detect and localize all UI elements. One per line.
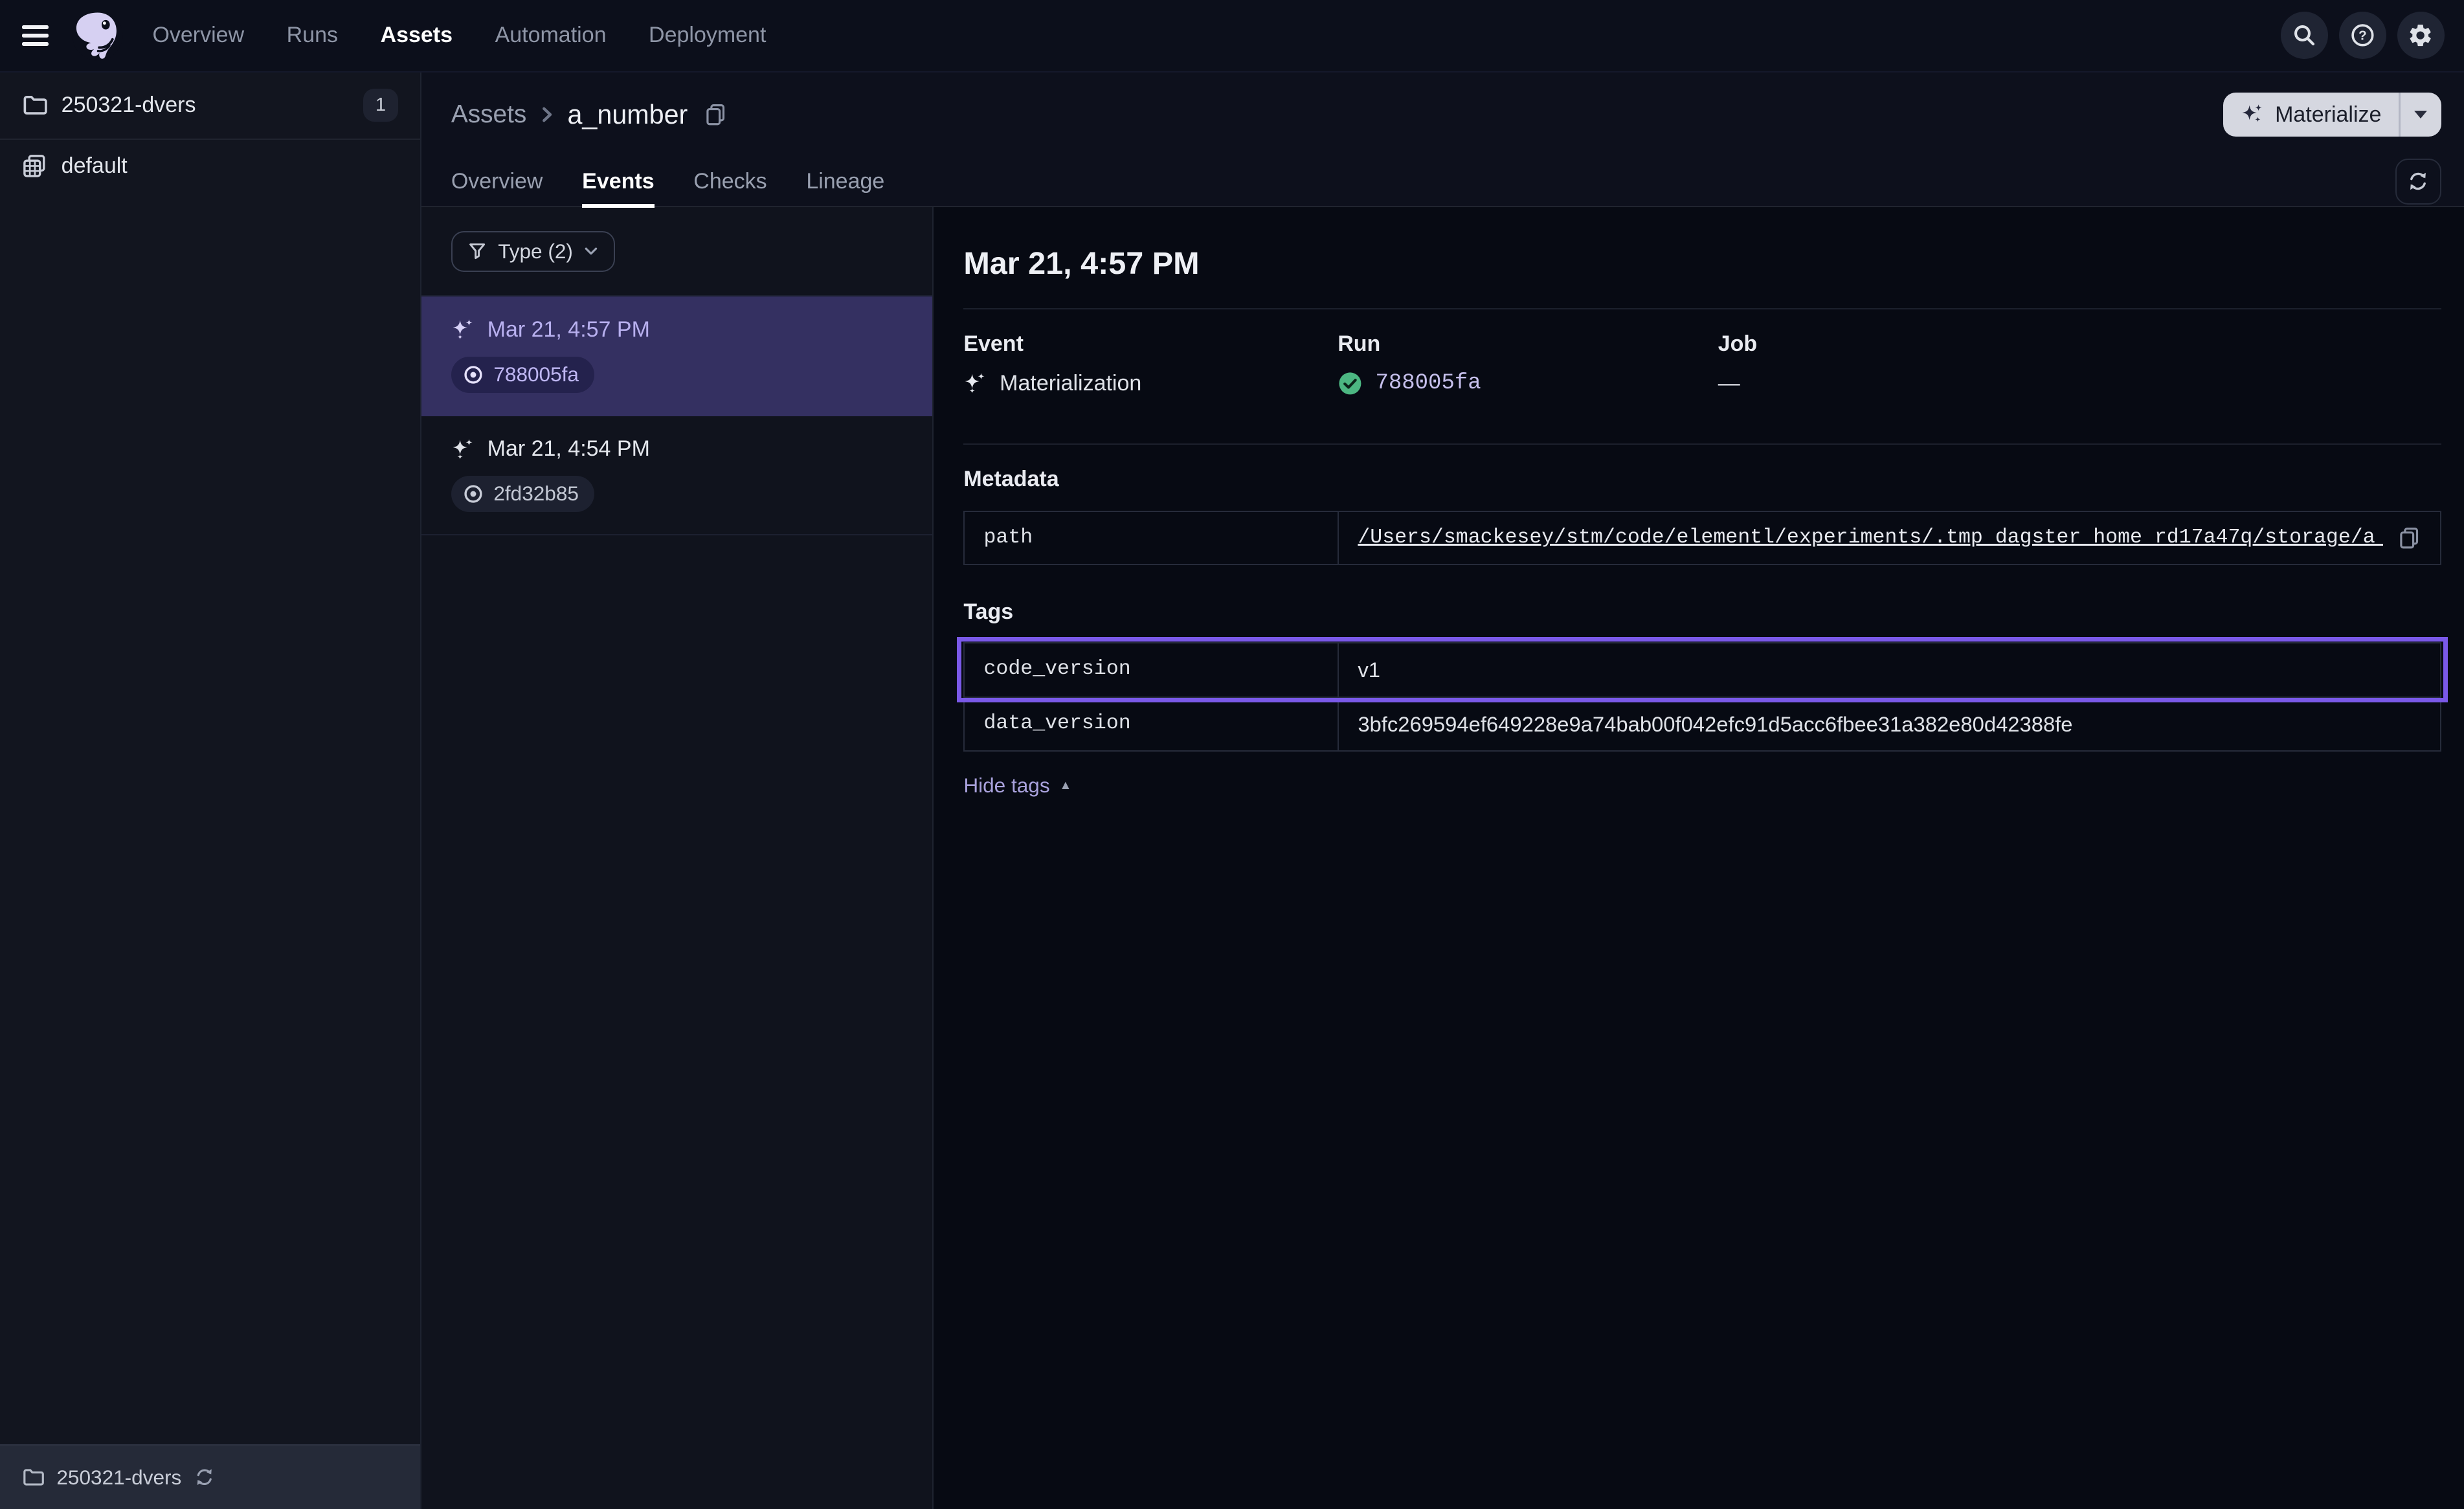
refresh-icon[interactable]	[194, 1467, 215, 1488]
metadata-path-link[interactable]: /Users/smackesey/stm/code/elementl/exper…	[1358, 526, 2383, 549]
sparkle-icon	[2241, 103, 2264, 126]
triangle-up-icon: ▲	[1059, 778, 1071, 793]
caret-down-icon	[2414, 111, 2427, 118]
materialization-sparkle-icon	[963, 372, 987, 395]
run-status-icon	[462, 364, 484, 386]
nav-item-overview[interactable]: Overview	[152, 23, 244, 48]
help-button[interactable]: ?	[2339, 12, 2386, 59]
nav-item-assets[interactable]: Assets	[381, 23, 453, 48]
hide-tags-label: Hide tags	[963, 774, 1049, 798]
tag-value: 3bfc269594ef649228e9a74bab00f042efc91d5a…	[1358, 712, 2072, 737]
materialization-sparkle-icon	[451, 318, 475, 341]
search-button[interactable]	[2281, 12, 2328, 59]
metadata-key: path	[965, 512, 1339, 564]
tag-key: code_version	[965, 643, 1339, 697]
event-type-value: Materialization	[1000, 371, 1141, 396]
type-filter-button[interactable]: Type (2)	[451, 231, 615, 272]
search-icon	[2292, 23, 2317, 48]
asset-tabs: Overview Events Checks Lineage	[421, 157, 2464, 208]
copy-icon[interactable]	[704, 103, 727, 126]
table-row-highlighted: code_version v1	[965, 643, 2439, 698]
folder-icon	[22, 1466, 44, 1488]
materialize-button[interactable]: Materialize	[2223, 93, 2441, 137]
sidebar-item-default-group[interactable]: default	[0, 140, 420, 192]
hide-tags-link[interactable]: Hide tags ▲	[963, 774, 1071, 798]
run-id-link[interactable]: 788005fa	[1375, 371, 1481, 396]
asset-count-badge: 1	[363, 89, 398, 122]
run-id-chip[interactable]: 2fd32b85	[451, 476, 594, 512]
type-filter-label: Type (2)	[498, 240, 573, 263]
nav-item-runs[interactable]: Runs	[287, 23, 338, 48]
run-success-check-icon	[1338, 371, 1363, 396]
table-row: path /Users/smackesey/stm/code/elementl/…	[965, 512, 2439, 564]
tags-table: code_version v1 data_version 3bfc269594e…	[963, 642, 2441, 752]
asset-header: Assets a_number	[421, 73, 2464, 157]
materialization-sparkle-icon	[451, 438, 475, 461]
asset-group-icon	[22, 153, 47, 179]
metadata-table: path /Users/smackesey/stm/code/elementl/…	[963, 511, 2441, 565]
dagster-logo[interactable]	[69, 7, 126, 63]
event-list-item[interactable]: Mar 21, 4:54 PM 2fd32b85	[421, 416, 933, 535]
metadata-section-title: Metadata	[963, 467, 2441, 492]
event-detail-panel: Mar 21, 4:57 PM Event	[934, 207, 2464, 1508]
top-nav: Overview Runs Assets Automation Deployme…	[0, 0, 2464, 73]
sidebar-footer: 250321-dvers	[0, 1444, 420, 1509]
tab-events[interactable]: Events	[582, 157, 654, 207]
materialize-label: Materialize	[2275, 102, 2381, 128]
materialize-dropdown-button[interactable]	[2401, 93, 2441, 137]
job-column-label: Job	[1718, 331, 2441, 357]
run-id: 2fd32b85	[493, 482, 579, 506]
chevron-right-icon	[539, 104, 555, 126]
asset-groups-sidebar: 250321-dvers 1 default 250321-dvers	[0, 73, 421, 1509]
sidebar-item-label: 250321-dvers	[62, 93, 196, 118]
nav-item-automation[interactable]: Automation	[495, 23, 607, 48]
nav-actions: ?	[2281, 12, 2444, 59]
footer-code-location-label: 250321-dvers	[56, 1466, 181, 1490]
primary-nav: Overview Runs Assets Automation Deployme…	[152, 23, 766, 48]
event-list-item[interactable]: Mar 21, 4:57 PM 788005fa	[421, 296, 933, 416]
run-id: 788005fa	[493, 363, 579, 386]
tab-checks[interactable]: Checks	[693, 157, 767, 207]
run-column-label: Run	[1338, 331, 1718, 357]
chevron-down-icon	[584, 246, 598, 257]
hamburger-menu-icon[interactable]	[19, 17, 56, 54]
table-row: data_version 3bfc269594ef649228e9a74bab0…	[965, 698, 2439, 751]
help-icon: ?	[2350, 23, 2375, 48]
tab-lineage[interactable]: Lineage	[806, 157, 884, 207]
copy-icon[interactable]	[2397, 526, 2421, 550]
run-id-chip[interactable]: 788005fa	[451, 357, 594, 393]
tab-overview[interactable]: Overview	[451, 157, 543, 207]
asset-name: a_number	[567, 100, 688, 130]
tag-value: v1	[1358, 658, 1380, 682]
run-status-icon	[462, 483, 484, 505]
nav-item-deployment[interactable]: Deployment	[649, 23, 766, 48]
event-timestamp: Mar 21, 4:54 PM	[487, 436, 650, 462]
refresh-button[interactable]	[2395, 159, 2441, 204]
job-value: —	[1718, 371, 1740, 396]
events-list-panel: Type (2)	[421, 207, 934, 1508]
folder-icon	[22, 93, 47, 118]
event-column-label: Event	[963, 331, 1338, 357]
sidebar-item-code-location[interactable]: 250321-dvers 1	[0, 73, 420, 140]
filter-funnel-icon	[468, 242, 487, 261]
breadcrumb: Assets a_number	[451, 100, 727, 130]
settings-button[interactable]	[2397, 12, 2445, 59]
event-detail-title: Mar 21, 4:57 PM	[963, 245, 2441, 282]
event-timestamp: Mar 21, 4:57 PM	[487, 317, 650, 342]
svg-text:?: ?	[2358, 28, 2367, 43]
breadcrumb-assets-link[interactable]: Assets	[451, 100, 527, 129]
sidebar-item-label: default	[62, 153, 128, 179]
tag-key: data_version	[965, 698, 1339, 751]
tags-section-title: Tags	[963, 599, 2441, 625]
gear-icon	[2407, 22, 2434, 49]
